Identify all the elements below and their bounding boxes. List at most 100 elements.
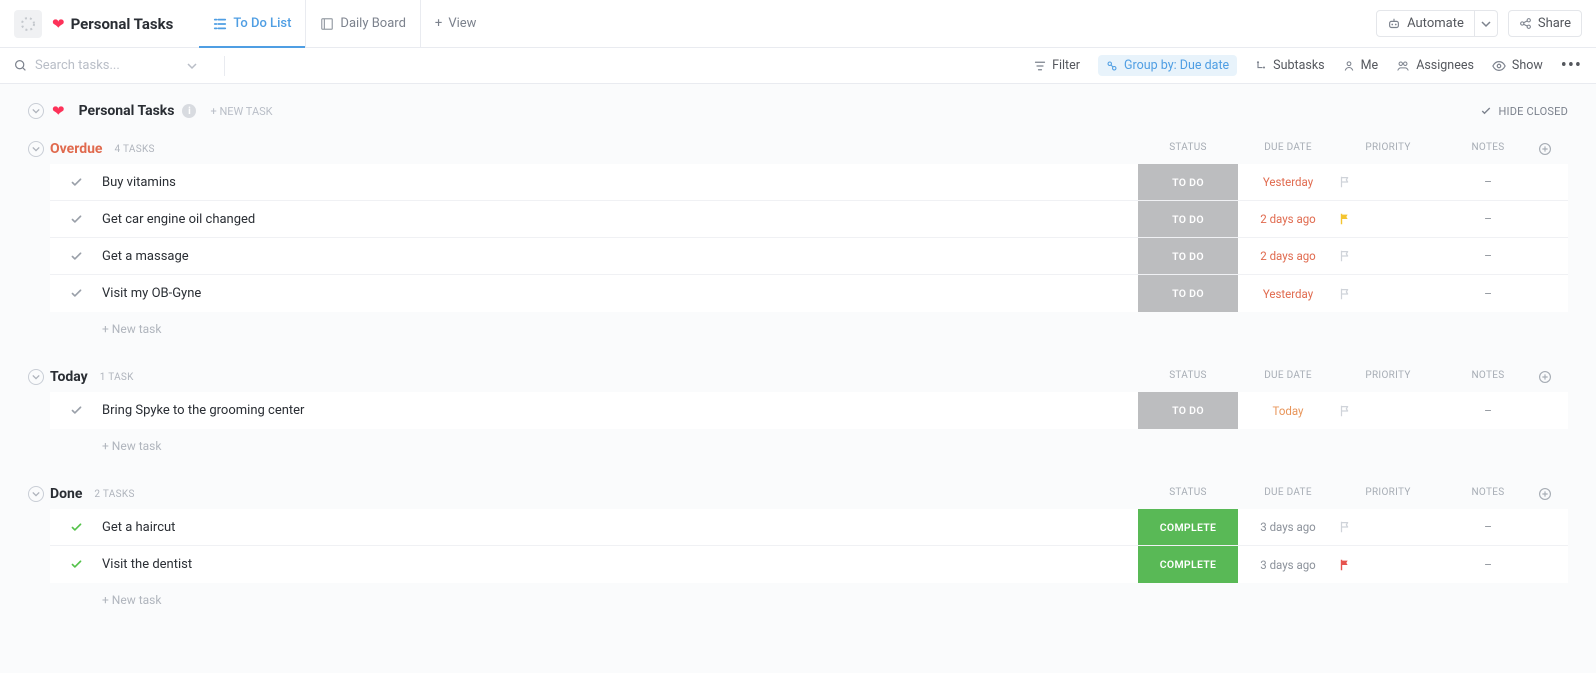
- add-column-button[interactable]: [1538, 142, 1568, 156]
- plus-icon: +: [435, 16, 442, 31]
- column-headers: STATUS DUE DATE PRIORITY NOTES: [1138, 142, 1568, 156]
- task-name[interactable]: Visit my OB-Gyne: [102, 286, 1138, 301]
- complete-toggle[interactable]: [50, 404, 102, 417]
- list-title: Personal Tasks: [71, 15, 174, 33]
- task-row[interactable]: Visit the dentistCOMPLETE3 days ago –: [50, 546, 1568, 583]
- automate-dropdown[interactable]: [1475, 10, 1498, 37]
- status-cell[interactable]: TO DO: [1138, 392, 1238, 429]
- notes-cell[interactable]: –: [1438, 404, 1538, 418]
- task-name[interactable]: Buy vitamins: [102, 175, 1138, 190]
- priority-cell[interactable]: [1338, 404, 1438, 418]
- view-tab-label: Daily Board: [340, 16, 406, 31]
- task-name[interactable]: Bring Spyke to the grooming center: [102, 403, 1138, 418]
- notes-cell[interactable]: –: [1438, 212, 1538, 226]
- priority-cell[interactable]: [1338, 558, 1438, 572]
- new-task-row[interactable]: + New task: [50, 312, 1568, 336]
- notes-cell[interactable]: –: [1438, 175, 1538, 189]
- priority-cell[interactable]: [1338, 249, 1438, 263]
- task-row[interactable]: Get car engine oil changedTO DO2 days ag…: [50, 201, 1568, 238]
- show-button[interactable]: Show: [1492, 58, 1543, 73]
- more-options-button[interactable]: •••: [1561, 55, 1582, 76]
- status-cell[interactable]: COMPLETE: [1138, 546, 1238, 583]
- me-label: Me: [1361, 58, 1379, 73]
- due-date-cell[interactable]: Today: [1238, 404, 1338, 418]
- task-row[interactable]: Visit my OB-GyneTO DOYesterday –: [50, 275, 1568, 312]
- due-date-cell[interactable]: 2 days ago: [1238, 249, 1338, 263]
- task-row[interactable]: Get a massageTO DO2 days ago –: [50, 238, 1568, 275]
- complete-toggle[interactable]: [50, 213, 102, 226]
- col-head-priority: PRIORITY: [1338, 370, 1438, 384]
- view-tab-daily-board[interactable]: Daily Board: [305, 0, 420, 47]
- group-by-button[interactable]: Group by: Due date: [1098, 55, 1237, 76]
- assignees-button[interactable]: Assignees: [1396, 58, 1474, 73]
- views-tabs: To Do List Daily Board + View: [199, 0, 490, 47]
- task-row[interactable]: Bring Spyke to the grooming centerTO DOT…: [50, 392, 1568, 429]
- priority-cell[interactable]: [1338, 212, 1438, 226]
- task-name[interactable]: Get car engine oil changed: [102, 212, 1138, 227]
- header-actions: Automate Share: [1376, 10, 1582, 37]
- complete-toggle[interactable]: [50, 287, 102, 300]
- task-name[interactable]: Get a haircut: [102, 520, 1138, 535]
- column-headers: STATUS DUE DATE PRIORITY NOTES: [1138, 370, 1568, 384]
- notes-cell[interactable]: –: [1438, 520, 1538, 534]
- task-row[interactable]: Get a haircutCOMPLETE3 days ago –: [50, 509, 1568, 546]
- status-cell[interactable]: TO DO: [1138, 201, 1238, 237]
- notes-cell[interactable]: –: [1438, 249, 1538, 263]
- assignees-label: Assignees: [1416, 58, 1474, 73]
- add-column-button[interactable]: [1538, 487, 1568, 501]
- hide-closed-button[interactable]: HIDE CLOSED: [1480, 105, 1582, 118]
- task-row[interactable]: Buy vitaminsTO DOYesterday –: [50, 164, 1568, 201]
- priority-cell[interactable]: [1338, 175, 1438, 189]
- notes-cell[interactable]: –: [1438, 287, 1538, 301]
- board-icon: [320, 17, 334, 31]
- subtasks-icon: [1255, 60, 1267, 72]
- search-icon: [14, 59, 27, 72]
- chevron-down-icon[interactable]: [187, 61, 197, 71]
- status-cell[interactable]: TO DO: [1138, 275, 1238, 312]
- show-label: Show: [1512, 58, 1543, 73]
- priority-cell[interactable]: [1338, 287, 1438, 301]
- me-button[interactable]: Me: [1343, 58, 1379, 73]
- add-view-button[interactable]: + View: [420, 0, 491, 47]
- priority-cell[interactable]: [1338, 520, 1438, 534]
- share-button[interactable]: Share: [1508, 10, 1582, 37]
- automate-button-group: Automate: [1376, 10, 1498, 37]
- due-date-cell[interactable]: Yesterday: [1238, 175, 1338, 189]
- new-task-row[interactable]: + New task: [50, 583, 1568, 607]
- collapse-group-button[interactable]: [28, 369, 44, 385]
- collapse-group-button[interactable]: [28, 141, 44, 157]
- info-icon[interactable]: i: [182, 104, 196, 118]
- task-name[interactable]: Visit the dentist: [102, 557, 1138, 572]
- search-box[interactable]: [14, 58, 214, 73]
- collapse-group-button[interactable]: [28, 486, 44, 502]
- notes-cell[interactable]: –: [1438, 558, 1538, 572]
- group-header: Today 1 TASK STATUS DUE DATE PRIORITY NO…: [28, 362, 1568, 392]
- col-head-priority: PRIORITY: [1338, 487, 1438, 501]
- filter-button[interactable]: Filter: [1034, 58, 1080, 73]
- complete-toggle[interactable]: [50, 558, 102, 571]
- new-task-row[interactable]: + New task: [50, 429, 1568, 453]
- status-cell[interactable]: COMPLETE: [1138, 509, 1238, 545]
- due-date-cell[interactable]: 3 days ago: [1238, 520, 1338, 534]
- subtasks-button[interactable]: Subtasks: [1255, 58, 1324, 73]
- complete-toggle[interactable]: [50, 176, 102, 189]
- complete-toggle[interactable]: [50, 521, 102, 534]
- due-date-cell[interactable]: Yesterday: [1238, 287, 1338, 301]
- add-view-label: View: [448, 16, 476, 31]
- toolbar: Filter Group by: Due date Subtasks Me As…: [0, 48, 1596, 84]
- due-date-cell[interactable]: 3 days ago: [1238, 558, 1338, 572]
- group-done: Done 2 TASKS STATUS DUE DATE PRIORITY NO…: [14, 479, 1582, 607]
- task-name[interactable]: Get a massage: [102, 249, 1138, 264]
- col-head-status: STATUS: [1138, 370, 1238, 384]
- due-date-cell[interactable]: 2 days ago: [1238, 212, 1338, 226]
- new-task-button[interactable]: + NEW TASK: [210, 105, 272, 118]
- collapse-space-button[interactable]: [28, 103, 44, 119]
- status-cell[interactable]: TO DO: [1138, 164, 1238, 200]
- col-head-due: DUE DATE: [1238, 487, 1338, 501]
- status-cell[interactable]: TO DO: [1138, 238, 1238, 274]
- add-column-button[interactable]: [1538, 370, 1568, 384]
- view-tab-todo-list[interactable]: To Do List: [199, 0, 305, 47]
- automate-button[interactable]: Automate: [1376, 10, 1475, 37]
- complete-toggle[interactable]: [50, 250, 102, 263]
- search-input[interactable]: [35, 58, 175, 73]
